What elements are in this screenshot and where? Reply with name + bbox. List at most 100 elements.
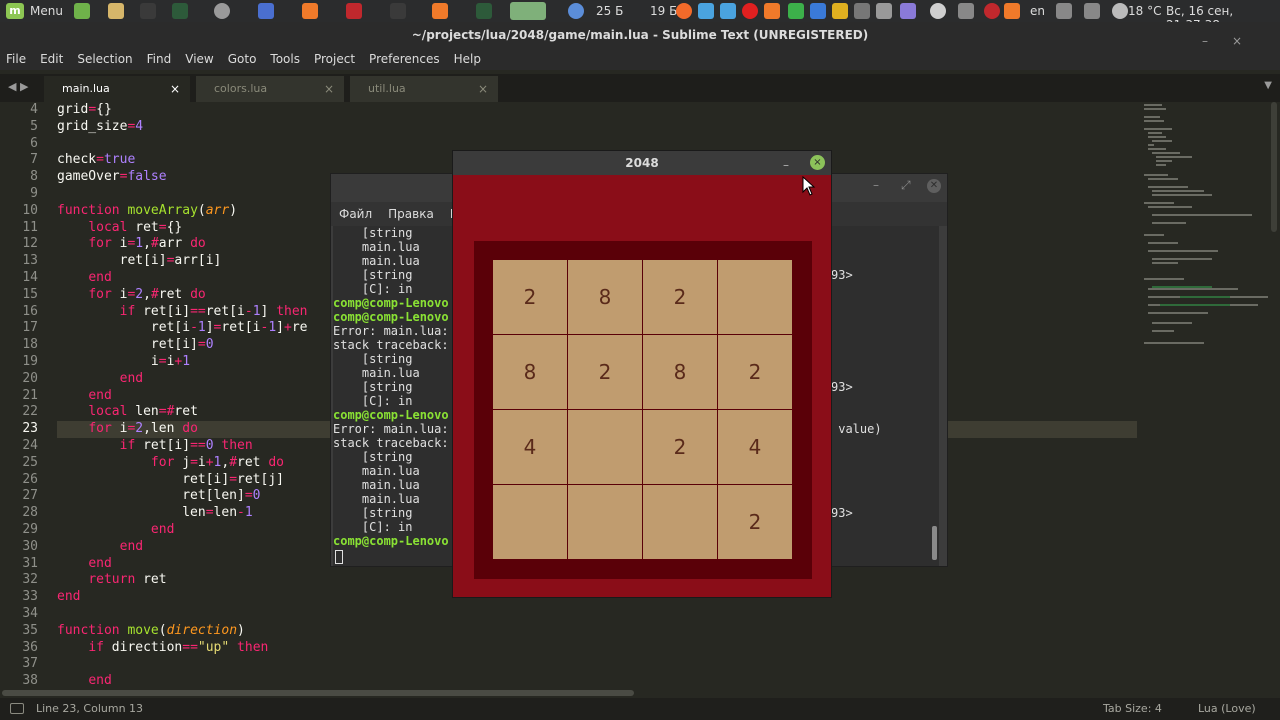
vertical-scroll-thumb[interactable]	[1271, 102, 1277, 232]
discord-icon[interactable]	[930, 3, 946, 19]
player-icon[interactable]	[764, 3, 780, 19]
tab-close-icon[interactable]: ×	[170, 76, 180, 102]
line-number: 21	[22, 387, 38, 403]
terminal-line: Error: main.lua:	[333, 324, 449, 338]
panel-toggle-icon[interactable]	[10, 703, 24, 714]
line-number: 29	[22, 521, 38, 537]
love-taskbar-icon[interactable]	[432, 3, 448, 19]
terminal-scroll-thumb[interactable]	[932, 526, 937, 560]
skype-icon[interactable]	[832, 3, 848, 19]
editor-tray-icon[interactable]	[698, 3, 714, 19]
battery-icon[interactable]	[1084, 3, 1100, 19]
game-tile	[718, 260, 792, 334]
menu-edit[interactable]: Edit	[40, 52, 63, 66]
tab-colors-lua[interactable]: colors.lua ×	[196, 76, 344, 102]
game-tile	[568, 485, 642, 559]
menubar: File Edit Selection Find View Goto Tools…	[0, 48, 1280, 70]
twitter-icon[interactable]	[720, 3, 736, 19]
terminal-minimize-icon[interactable]: –	[873, 178, 879, 192]
line-number: 26	[22, 471, 38, 487]
terminal-close-icon[interactable]: ✕	[927, 179, 941, 193]
line-number: 28	[22, 505, 38, 521]
terminal-line: main.lua	[333, 240, 420, 254]
tab-bar: ◀ ▶ main.lua × colors.lua × util.lua × ▼	[0, 74, 1280, 102]
app-launcher-icon[interactable]	[172, 3, 188, 19]
line-number: 16	[22, 303, 38, 319]
yandex-icon[interactable]	[742, 3, 758, 19]
terminal-line: [string	[333, 450, 413, 464]
menu-preferences[interactable]: Preferences	[369, 52, 440, 66]
horizontal-scrollbar[interactable]	[0, 688, 1280, 698]
vertical-scrollbar[interactable]	[1270, 102, 1278, 688]
terminal-prompt: comp@comp-Lenovo	[333, 534, 449, 548]
terminal-line-fragment: 93>	[831, 506, 853, 520]
notes-icon[interactable]	[900, 3, 916, 19]
terminal-line: [C]: in	[333, 394, 413, 408]
terminal-menu-file[interactable]: Файл	[339, 207, 372, 221]
menu-help[interactable]: Help	[454, 52, 481, 66]
record-icon[interactable]	[984, 3, 1000, 19]
camera-icon[interactable]	[876, 3, 892, 19]
menu-tools[interactable]: Tools	[270, 52, 300, 66]
terminal-line: main.lua	[333, 478, 420, 492]
minimap[interactable]	[1140, 102, 1268, 350]
tab-close-icon[interactable]: ×	[324, 76, 334, 102]
line-number: 34	[22, 605, 38, 621]
folder-icon[interactable]	[258, 3, 274, 19]
horizontal-scroll-thumb[interactable]	[2, 690, 634, 696]
game-window[interactable]: 2048 – × 28282824242	[452, 150, 832, 598]
document-icon[interactable]	[810, 3, 826, 19]
tab-dropdown-icon[interactable]: ▼	[1264, 80, 1272, 91]
active-window-taskbar-icon[interactable]	[510, 2, 546, 20]
terminal-launcher-icon[interactable]	[140, 3, 156, 19]
tab-main-lua[interactable]: main.lua ×	[44, 76, 190, 102]
vivaldi-icon[interactable]	[214, 3, 230, 19]
tab-close-icon[interactable]: ×	[478, 76, 488, 102]
tab-size-selector[interactable]: Tab Size: 4	[1103, 698, 1162, 720]
tools-icon[interactable]	[854, 3, 870, 19]
sublime-taskbar-icon[interactable]	[302, 3, 318, 19]
game-tile: 2	[643, 410, 717, 484]
tab-nav-arrows-icon[interactable]: ◀ ▶	[8, 80, 28, 93]
mouse-pointer-icon	[802, 176, 816, 196]
start-menu-label: Menu	[30, 4, 63, 18]
tab-util-lua[interactable]: util.lua ×	[350, 76, 498, 102]
code-line: grid_size=4	[57, 118, 144, 134]
files-icon[interactable]	[108, 3, 124, 19]
game-tile: 2	[718, 335, 792, 409]
menu-file[interactable]: File	[6, 52, 26, 66]
tab-label: colors.lua	[214, 82, 268, 95]
line-number: 32	[22, 572, 38, 588]
syntax-selector[interactable]: Lua (Love)	[1198, 698, 1256, 720]
terminal-menu-edit[interactable]: Правка	[388, 207, 434, 221]
upload-speed: 19 Б	[650, 4, 678, 18]
game-minimize-button[interactable]: –	[783, 153, 789, 177]
media-icon[interactable]	[1004, 3, 1020, 19]
line-number: 38	[22, 673, 38, 688]
line-number: 20	[22, 370, 38, 386]
usb-icon[interactable]	[958, 3, 974, 19]
terminal-taskbar-icon[interactable]	[390, 3, 406, 19]
menu-find[interactable]: Find	[147, 52, 172, 66]
network-icon[interactable]	[568, 3, 584, 19]
terminal-line: stack traceback:	[333, 436, 449, 450]
temperature: 18 °C	[1128, 4, 1162, 18]
terminal-maximize-icon[interactable]: ⤢	[901, 178, 911, 193]
keyboard-layout[interactable]: en	[1030, 4, 1045, 18]
window-taskbar-icon[interactable]	[476, 3, 492, 19]
terminal-line: Error: main.lua:	[333, 422, 449, 436]
menu-goto[interactable]: Goto	[228, 52, 257, 66]
spreadsheet-icon[interactable]	[788, 3, 804, 19]
show-desktop-icon[interactable]	[74, 3, 90, 19]
game-close-button[interactable]: ×	[810, 155, 825, 170]
menu-view[interactable]: View	[185, 52, 213, 66]
volume-icon[interactable]	[1056, 3, 1072, 19]
app-taskbar-icon[interactable]	[346, 3, 362, 19]
tray-app-icon[interactable]	[676, 3, 692, 19]
start-menu-button[interactable]: m Menu	[0, 0, 69, 22]
line-number: 6	[30, 135, 38, 151]
menu-selection[interactable]: Selection	[77, 52, 132, 66]
line-number: 37	[22, 656, 38, 672]
terminal-line: [C]: in	[333, 282, 413, 296]
menu-project[interactable]: Project	[314, 52, 355, 66]
